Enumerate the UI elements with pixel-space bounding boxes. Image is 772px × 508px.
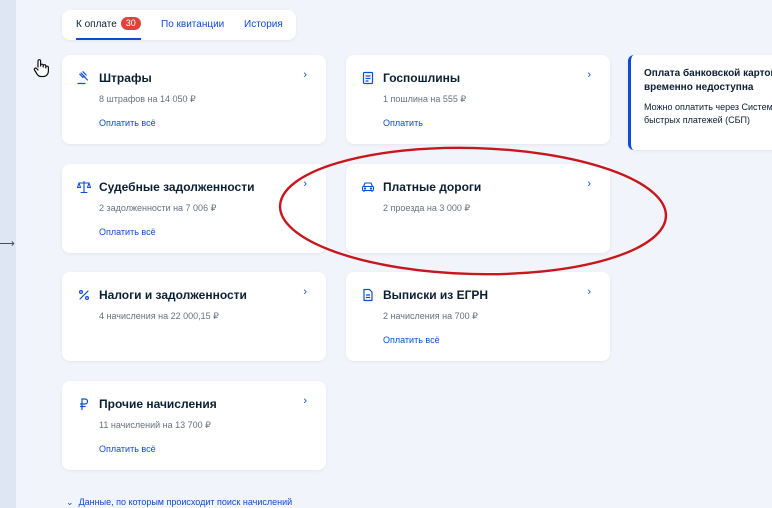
- card-subtitle: 2 начисления на 700 ₽: [383, 311, 478, 321]
- tabs: К оплате 30 По квитанции История: [62, 10, 296, 40]
- tab-history[interactable]: История: [244, 10, 283, 40]
- ruble-icon: [79, 398, 89, 411]
- chevron-right-icon: ›: [303, 178, 307, 190]
- card-court-debts[interactable]: Судебные задолженности 2 задолженности н…: [62, 164, 326, 253]
- card-title: Платные дороги: [383, 180, 482, 194]
- hand-cursor-icon: [33, 59, 49, 78]
- card-subtitle: 4 начисления на 22 000,15 ₽: [99, 311, 219, 321]
- card-egrn[interactable]: Выписки из ЕГРН 2 начисления на 700 ₽ Оп…: [346, 272, 610, 361]
- card-title: Штрафы: [99, 71, 152, 85]
- car-icon: [361, 182, 375, 192]
- chevron-right-icon: ›: [587, 286, 591, 298]
- tab-to-pay[interactable]: К оплате 30: [76, 10, 141, 40]
- arrow-right-icon: ⟶: [0, 238, 15, 250]
- chevron-right-icon: ›: [587, 178, 591, 190]
- chevron-right-icon: ›: [303, 286, 307, 298]
- search-data-toggle[interactable]: ⌄ Данные, по которым происходит поиск на…: [66, 497, 292, 508]
- card-taxes[interactable]: Налоги и задолженности 4 начисления на 2…: [62, 272, 326, 361]
- card-duties[interactable]: Госпошлины 1 пошлина на 555 ₽ Оплатить ›: [346, 55, 610, 144]
- pay-all-link[interactable]: Оплатить всё: [99, 227, 156, 237]
- card-subtitle: 1 пошлина на 555 ₽: [383, 94, 467, 104]
- pay-all-link[interactable]: Оплатить всё: [99, 118, 156, 128]
- gavel-icon: [77, 71, 89, 85]
- tab-label: По квитанции: [161, 19, 225, 30]
- tab-by-receipt[interactable]: По квитанции: [161, 10, 224, 40]
- tab-label: История: [244, 19, 283, 30]
- count-badge: 30: [120, 17, 141, 30]
- notice-text: Можно оплатить через Систему быстрых пла…: [644, 102, 772, 125]
- card-toll-roads[interactable]: Платные дороги 2 проезда на 3 000 ₽ ›: [346, 164, 610, 253]
- chevron-down-icon: ⌄: [66, 497, 74, 507]
- toggle-label: Данные, по которым происходит поиск начи…: [78, 497, 293, 507]
- left-strip: [0, 0, 16, 508]
- scales-icon: [77, 180, 91, 194]
- pay-link[interactable]: Оплатить: [383, 118, 423, 128]
- chevron-right-icon: ›: [587, 69, 591, 81]
- card-fines[interactable]: Штрафы 8 штрафов на 14 050 ₽ Оплатить вс…: [62, 55, 326, 144]
- percent-icon: [78, 289, 90, 301]
- card-subtitle: 8 штрафов на 14 050 ₽: [99, 94, 196, 104]
- card-title: Судебные задолженности: [99, 180, 255, 194]
- document-list-icon: [362, 71, 374, 85]
- pay-all-link[interactable]: Оплатить всё: [99, 444, 156, 454]
- pay-all-link[interactable]: Оплатить всё: [383, 335, 440, 345]
- chevron-right-icon: ›: [303, 69, 307, 81]
- card-title: Выписки из ЕГРН: [383, 288, 489, 302]
- tab-label: К оплате: [76, 19, 117, 30]
- card-title: Налоги и задолженности: [99, 288, 247, 302]
- card-subtitle: 11 начислений на 13 700 ₽: [99, 420, 211, 430]
- card-title: Госпошлины: [383, 71, 461, 85]
- chevron-right-icon: ›: [303, 395, 307, 407]
- notice-title: Оплата банковской картой временно недост…: [644, 68, 772, 93]
- card-title: Прочие начисления: [99, 397, 217, 411]
- card-subtitle: 2 проезда на 3 000 ₽: [383, 203, 471, 213]
- card-subtitle: 2 задолженности на 7 006 ₽: [99, 203, 217, 213]
- document-icon: [363, 288, 373, 302]
- info-notice: Оплата банковской картой временно недост…: [628, 55, 772, 150]
- card-other-charges[interactable]: Прочие начисления 11 начислений на 13 70…: [62, 381, 326, 470]
